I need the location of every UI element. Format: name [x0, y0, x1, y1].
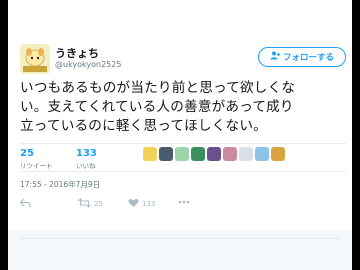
timestamp[interactable]: 17:55 - 2016年7月9日 — [20, 179, 100, 190]
liker-avatar[interactable] — [143, 147, 157, 161]
liker-avatar[interactable] — [159, 147, 173, 161]
reply-button[interactable] — [19, 198, 31, 210]
retweet-icon — [78, 198, 91, 210]
reply-area — [8, 230, 352, 270]
follow-button[interactable]: フォローする — [258, 47, 346, 67]
like-count: 133 — [76, 148, 97, 159]
tweet-text: いつもあるものが当たり前と思って欲しくな い。支えてくれている人の善意があって成… — [20, 79, 346, 136]
liker-avatar[interactable] — [223, 147, 237, 161]
liker-avatar[interactable] — [271, 147, 285, 161]
tweet-line: 立っているのに軽く思ってほしくない。 — [20, 118, 267, 134]
liker-avatars — [143, 147, 285, 161]
retweet-count: 25 — [20, 148, 34, 159]
tweet-line: いつもあるものが当たり前と思って欲しくな — [20, 80, 296, 96]
liker-avatar[interactable] — [239, 147, 253, 161]
person-add-icon — [270, 51, 280, 63]
liker-avatar[interactable] — [175, 147, 189, 161]
display-name[interactable]: うきょち — [55, 45, 99, 61]
like-icon — [128, 198, 139, 210]
avatar[interactable] — [20, 44, 50, 74]
follow-button-label: フォローする — [282, 53, 334, 63]
more-button[interactable] — [178, 198, 190, 206]
divider — [20, 171, 346, 172]
user-handle[interactable]: @ukyokyon2525 — [55, 60, 121, 69]
tweet-line: い。支えてくれている人の善意があって成り — [20, 99, 294, 115]
retweet-stat[interactable]: 25 リツイート — [20, 148, 53, 170]
more-icon — [178, 198, 190, 206]
liker-avatar[interactable] — [191, 147, 205, 161]
like-label: いいね — [76, 162, 96, 170]
like-stat[interactable]: 133 いいね — [76, 148, 97, 170]
divider — [20, 143, 346, 144]
like-action-count: 133 — [142, 200, 156, 208]
tweet-card: うきょち @ukyokyon2525 フォローする いつもあるものが当たり前と思… — [8, 0, 352, 270]
like-button[interactable]: 133 — [128, 198, 155, 210]
liker-avatar[interactable] — [207, 147, 221, 161]
liker-avatar[interactable] — [255, 147, 269, 161]
divider — [20, 238, 340, 239]
retweet-action-count: 25 — [94, 200, 103, 208]
reply-icon — [19, 198, 31, 210]
retweet-label: リツイート — [20, 162, 53, 170]
retweet-button[interactable]: 25 — [78, 198, 103, 210]
